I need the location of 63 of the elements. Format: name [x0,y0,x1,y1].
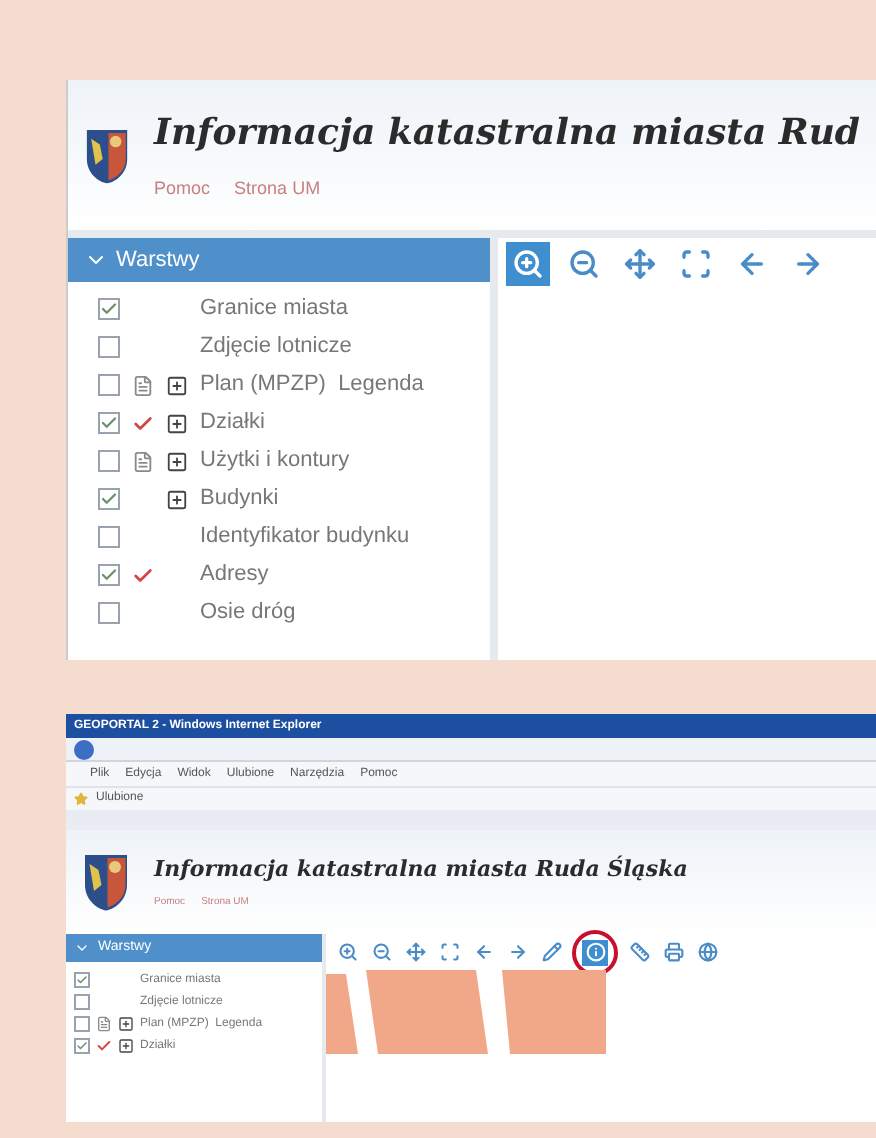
layer-checkbox[interactable] [98,488,120,510]
star-icon [74,792,88,806]
layer-label: Zdjęcie lotnicze [200,332,352,363]
layer-label: Identyfikator budynku [200,522,410,553]
move-arrows-icon [624,248,656,280]
toolbar-button[interactable] [694,939,720,965]
layer-checkbox[interactable] [74,972,90,988]
zoom-out-icon [371,942,391,962]
layer-label: Użytki i kontury [200,446,350,477]
expand-icon[interactable] [166,487,188,511]
site-title: Informacja katastralna miasta Ruda Śląska [154,854,688,886]
toolbar-button[interactable] [506,242,550,286]
legend-icon[interactable] [132,373,154,397]
layer-checkbox[interactable] [98,564,120,586]
info-icon [585,942,605,962]
toolbar-button[interactable] [402,939,428,965]
expand-icon[interactable] [118,1038,134,1054]
site-title: Informacja katastralna miasta Rud [154,110,860,159]
layer-label: Plan (MPZP) Legenda [200,370,424,401]
full-extent-icon [439,942,459,962]
toolbar-button[interactable] [334,939,360,965]
expand-icon[interactable] [166,411,188,435]
coat-of-arms-logo [82,852,130,912]
printer-icon [663,942,683,962]
panel-title: Warstwy [116,245,200,276]
zoom-out-icon [568,248,600,280]
layer-checkbox[interactable] [98,602,120,624]
zoom-in-icon [512,248,544,280]
expand-icon[interactable] [166,373,188,397]
layer-checkbox[interactable] [98,450,120,472]
layer-checkbox[interactable] [74,1038,90,1054]
layer-checkbox[interactable] [98,526,120,548]
pencil-icon [541,942,561,962]
layer-checkbox[interactable] [98,298,120,320]
layer-checkbox[interactable] [98,412,120,434]
toolbar-button[interactable] [538,939,564,965]
toolbar-button[interactable] [660,939,686,965]
toolbar-button[interactable] [436,939,462,965]
expand-icon[interactable] [118,1016,134,1032]
layer-label: Osie dróg [200,598,296,629]
arrow-left-icon [736,248,768,280]
expand-icon[interactable] [166,449,188,473]
arrow-right-icon [792,248,824,280]
legend-icon[interactable] [132,449,154,473]
ruler-icon [629,942,649,962]
layer-label: Działki [200,408,265,439]
zoom-in-icon [337,942,357,962]
layer-checkbox[interactable] [74,994,90,1010]
full-extent-icon [680,248,712,280]
toolbar-button[interactable] [626,939,652,965]
move-arrows-icon [405,942,425,962]
arrow-right-icon [507,942,527,962]
legend-icon[interactable] [96,1016,112,1032]
layer-checkbox[interactable] [98,374,120,396]
globe-icon [697,942,717,962]
toolbar-button[interactable] [368,939,394,965]
arrow-left-icon [473,942,493,962]
layer-label: Granice miasta [200,294,348,325]
layer-label: Budynki [200,484,279,515]
layer-checkbox[interactable] [74,1016,90,1032]
collapse-caret-icon [74,940,90,956]
layer-label: Adresy [200,560,269,591]
layer-checkbox[interactable] [98,336,120,358]
